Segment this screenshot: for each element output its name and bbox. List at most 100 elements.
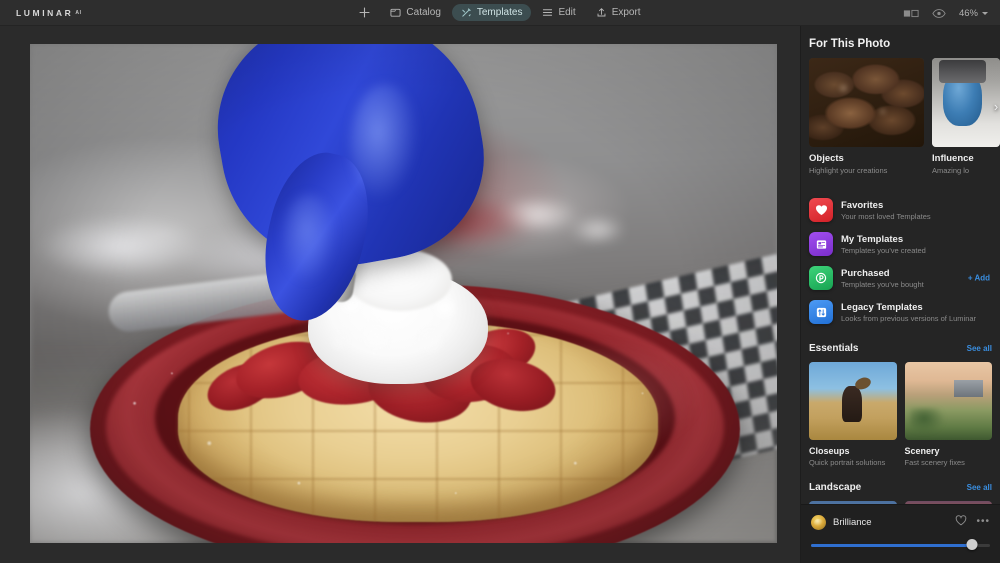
adjustment-header: Brilliance •••: [811, 513, 990, 531]
closeup-thumb: [809, 362, 897, 441]
section-title: Essentials: [809, 343, 859, 355]
tab-edit-label: Edit: [558, 7, 576, 18]
slider-knob[interactable]: [966, 539, 978, 550]
template-card-subtitle: Amazing lo: [932, 166, 970, 175]
tab-edit[interactable]: Edit: [533, 4, 584, 21]
sidebar-scroll-area[interactable]: For This Photo Objects Highlight your cr…: [801, 26, 1000, 504]
template-thumbnail: [809, 501, 897, 504]
sidebar-section-title: For This Photo: [809, 38, 891, 50]
heart-icon: [809, 198, 833, 223]
category-text: Legacy Templates Looks from previous ver…: [841, 302, 976, 323]
category-text: Favorites Your most loved Templates: [841, 200, 931, 221]
slider-fill: [811, 544, 973, 547]
scenery-thumb: [904, 362, 992, 441]
see-all-essentials[interactable]: See all: [967, 344, 992, 353]
edit-icon: [542, 7, 553, 18]
section-header: Landscape See all: [809, 482, 992, 493]
category-favorites[interactable]: Favorites Your most loved Templates: [809, 193, 992, 227]
template-thumbnail: [809, 58, 924, 147]
tab-templates-label: Templates: [476, 7, 523, 18]
adjustment-name: Brilliance: [833, 516, 872, 528]
section-essentials: Essentials See all Closeups Quick portra…: [801, 329, 1000, 468]
more-options-icon[interactable]: •••: [976, 517, 990, 527]
adjustment-actions: •••: [955, 513, 990, 531]
add-button[interactable]: [350, 4, 379, 21]
toolbar-right-controls: 46%: [903, 0, 988, 26]
tab-export-label: Export: [611, 7, 641, 18]
city-skyline-thumb: [809, 501, 897, 504]
zoom-level-value: 46%: [958, 7, 978, 19]
split-view-icon[interactable]: [903, 8, 919, 19]
catalog-icon: [390, 7, 401, 18]
see-all-landscape[interactable]: See all: [967, 483, 992, 492]
section-header: Essentials See all: [809, 343, 992, 354]
template-thumbnail: [904, 362, 992, 441]
tab-catalog[interactable]: Catalog: [381, 4, 449, 21]
category-name: My Templates: [841, 233, 904, 245]
photo-canvas[interactable]: 04/25/21 BEST BY: [0, 26, 800, 563]
templates-sidebar: For This Photo Objects Highlight your cr…: [800, 26, 1000, 563]
eye-icon[interactable]: [932, 8, 946, 19]
for-this-photo-carousel[interactable]: Objects Highlight your creations › Influ…: [801, 58, 1000, 175]
brand-name: LUMINAR: [16, 8, 74, 18]
sunset-thumb: [904, 501, 992, 504]
top-toolbar: LUMINAR AI Catalog Templates Edit Export…: [0, 0, 1000, 26]
section-title: Landscape: [809, 482, 862, 494]
category-description: Templates you've bought: [841, 279, 924, 289]
add-purchased-link[interactable]: + Add: [968, 274, 990, 283]
zoom-level-control[interactable]: 46%: [959, 8, 988, 19]
coffee-beans-thumb: [809, 58, 924, 147]
template-card-subtitle: Quick portrait solutions: [809, 458, 886, 468]
sort-arrows-icon: [809, 300, 833, 325]
chevron-right-icon[interactable]: ›: [988, 98, 1000, 114]
category-text: My Templates Templates you've created: [841, 234, 926, 255]
tab-templates[interactable]: Templates: [451, 4, 532, 21]
template-card-closeups[interactable]: Closeups Quick portrait solutions: [809, 362, 897, 468]
template-category-list: Favorites Your most loved Templates My T…: [801, 175, 1000, 329]
tab-catalog-label: Catalog: [406, 7, 441, 18]
template-card-sunset[interactable]: [904, 501, 992, 504]
template-card-title: Closeups: [809, 446, 850, 457]
template-card-title: Objects: [809, 153, 844, 164]
plus-icon: [359, 7, 370, 18]
category-name: Purchased: [841, 267, 890, 279]
template-card-city[interactable]: [809, 501, 897, 504]
category-text: Purchased Templates you've bought: [841, 268, 924, 289]
brilliance-icon: [811, 514, 826, 530]
section-landscape: Landscape See all: [801, 468, 1000, 504]
template-card-scenery[interactable]: Scenery Fast scenery fixes: [904, 362, 992, 468]
template-card-title: Scenery: [904, 446, 940, 457]
document-icon: [809, 232, 833, 257]
templates-icon: [461, 7, 472, 18]
brand-superscript: AI: [75, 10, 82, 16]
template-card-subtitle: Highlight your creations: [809, 166, 888, 175]
category-legacy-templates[interactable]: Legacy Templates Looks from previous ver…: [809, 295, 992, 329]
photo-preview[interactable]: 04/25/21 BEST BY: [30, 44, 777, 543]
template-card-title: Influence: [932, 153, 974, 164]
purchased-icon: [809, 266, 833, 291]
brilliance-slider[interactable]: [811, 539, 990, 551]
essentials-grid: Closeups Quick portrait solutions Scener…: [809, 362, 992, 468]
template-thumbnail: [809, 362, 897, 441]
photo-vignette: [30, 44, 777, 543]
category-my-templates[interactable]: My Templates Templates you've created: [809, 227, 992, 261]
adjustment-bar: Brilliance •••: [801, 504, 1000, 563]
export-icon: [596, 7, 607, 18]
template-card-influence[interactable]: › Influence Amazing lo: [932, 58, 1000, 175]
tab-export[interactable]: Export: [587, 4, 650, 21]
heart-outline-icon[interactable]: [955, 513, 967, 531]
template-card-objects[interactable]: Objects Highlight your creations: [809, 58, 924, 175]
category-description: Your most loved Templates: [841, 211, 931, 221]
category-name: Legacy Templates: [841, 301, 923, 313]
category-purchased[interactable]: Purchased Templates you've bought + Add: [809, 261, 992, 295]
app-logo: LUMINAR AI: [16, 0, 82, 26]
main-nav: Catalog Templates Edit Export: [350, 4, 649, 21]
chevron-down-icon: [982, 11, 988, 15]
template-card-subtitle: Fast scenery fixes: [904, 458, 965, 468]
category-name: Favorites: [841, 199, 884, 211]
template-thumbnail: [904, 501, 992, 504]
main-body: 04/25/21 BEST BY For This Photo: [0, 26, 1000, 563]
luminar-ai-window: LUMINAR AI Catalog Templates Edit Export…: [0, 0, 1000, 563]
category-description: Looks from previous versions of Luminar: [841, 313, 977, 323]
category-description: Templates you've created: [841, 245, 926, 255]
